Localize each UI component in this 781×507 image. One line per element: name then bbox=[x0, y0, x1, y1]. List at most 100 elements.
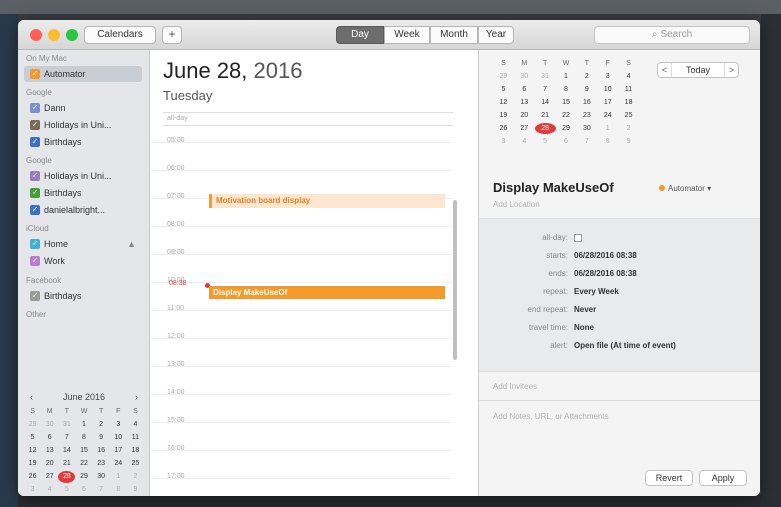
calendar-day[interactable]: 23 bbox=[576, 110, 597, 121]
event-display-makeuseof[interactable]: Display MakeUseOf bbox=[209, 286, 445, 299]
calendar-day[interactable]: 11 bbox=[127, 432, 144, 444]
calendar-day[interactable]: 29 bbox=[75, 471, 92, 483]
checkbox-icon[interactable]: ✓ bbox=[30, 188, 40, 198]
calendar-day[interactable]: 13 bbox=[514, 97, 535, 108]
calendar-day[interactable]: 17 bbox=[110, 445, 127, 457]
calendar-day[interactable]: 16 bbox=[93, 445, 110, 457]
add-notes-field[interactable]: Add Notes, URL, or Attachments bbox=[493, 412, 609, 421]
calendar-day[interactable]: 6 bbox=[556, 136, 577, 147]
apply-button[interactable]: Apply bbox=[699, 470, 747, 486]
calendar-day[interactable]: 9 bbox=[127, 484, 144, 496]
calendar-day[interactable]: 7 bbox=[576, 136, 597, 147]
calendar-day[interactable]: 14 bbox=[535, 97, 556, 108]
calendar-day[interactable]: 5 bbox=[24, 432, 41, 444]
calendar-day[interactable]: 4 bbox=[127, 419, 144, 431]
calendar-day[interactable]: 1 bbox=[110, 471, 127, 483]
view-year-button[interactable]: Year bbox=[478, 26, 514, 44]
mini-prev-icon[interactable]: ‹ bbox=[30, 390, 33, 404]
calendar-day[interactable]: 2 bbox=[618, 123, 639, 134]
calendar-day[interactable]: 3 bbox=[493, 136, 514, 147]
calendar-day[interactable]: 4 bbox=[41, 484, 58, 496]
search-input[interactable]: ⌕ Search bbox=[594, 26, 750, 44]
calendar-day[interactable]: 3 bbox=[24, 484, 41, 496]
calendar-day[interactable]: 7 bbox=[535, 84, 556, 95]
calendar-day[interactable]: 18 bbox=[618, 97, 639, 108]
calendar-day[interactable]: 25 bbox=[618, 110, 639, 121]
checkbox-icon[interactable]: ✓ bbox=[30, 137, 40, 147]
travel-time-field[interactable]: None bbox=[574, 321, 594, 335]
calendar-day[interactable]: 27 bbox=[514, 123, 535, 134]
repeat-field[interactable]: Every Week bbox=[574, 285, 619, 299]
calendar-day[interactable]: 29 bbox=[556, 123, 577, 134]
calendar-day[interactable]: 30 bbox=[41, 419, 58, 431]
sidebar-item-holidays[interactable]: ✓ Holidays in Uni... bbox=[24, 117, 142, 133]
calendar-day[interactable]: 24 bbox=[597, 110, 618, 121]
calendar-day[interactable]: 7 bbox=[58, 432, 75, 444]
calendar-day[interactable]: 4 bbox=[618, 71, 639, 82]
calendar-day[interactable]: 9 bbox=[93, 432, 110, 444]
calendar-day[interactable]: 8 bbox=[75, 432, 92, 444]
calendar-day[interactable]: 26 bbox=[493, 123, 514, 134]
calendar-day[interactable]: 2 bbox=[127, 471, 144, 483]
calendar-day[interactable]: 30 bbox=[576, 123, 597, 134]
calendar-day[interactable]: 14 bbox=[58, 445, 75, 457]
checkbox-icon[interactable]: ✓ bbox=[30, 103, 40, 113]
calendar-day[interactable]: 25 bbox=[127, 458, 144, 470]
calendar-day[interactable]: 24 bbox=[110, 458, 127, 470]
calendar-day[interactable]: 9 bbox=[576, 84, 597, 95]
calendar-day[interactable]: 17 bbox=[597, 97, 618, 108]
minimize-window-button[interactable] bbox=[48, 29, 60, 41]
close-window-button[interactable] bbox=[30, 29, 42, 41]
calendar-day[interactable]: 3 bbox=[110, 419, 127, 431]
mini-next-icon[interactable]: › bbox=[135, 390, 138, 404]
event-title[interactable]: Display MakeUseOf bbox=[493, 180, 614, 195]
checkbox-icon[interactable]: ✓ bbox=[30, 291, 40, 301]
calendar-day[interactable]: 5 bbox=[493, 84, 514, 95]
sidebar-item-dann[interactable]: ✓ Dann bbox=[24, 100, 142, 116]
sidebar-item-automator[interactable]: ✓ Automator bbox=[24, 66, 142, 82]
sidebar-item-danielalbright[interactable]: ✓ danielalbright... bbox=[24, 202, 142, 218]
calendar-day[interactable]: 21 bbox=[535, 110, 556, 121]
calendar-day[interactable]: 12 bbox=[493, 97, 514, 108]
sidebar-item-home[interactable]: ✓ Home ▲ bbox=[24, 236, 142, 252]
calendar-day[interactable]: 2 bbox=[93, 419, 110, 431]
calendar-day[interactable]: 21 bbox=[58, 458, 75, 470]
starts-field[interactable]: 06/28/2016 08:38 bbox=[574, 249, 637, 263]
calendar-day[interactable]: 5 bbox=[535, 136, 556, 147]
all-day-checkbox[interactable] bbox=[574, 234, 582, 242]
calendar-day[interactable]: 8 bbox=[110, 484, 127, 496]
calendar-day[interactable]: 8 bbox=[556, 84, 577, 95]
calendar-day[interactable]: 31 bbox=[535, 71, 556, 82]
sidebar-item-birthdays[interactable]: ✓ Birthdays bbox=[24, 134, 142, 150]
scrollbar[interactable] bbox=[453, 200, 457, 360]
location-field[interactable]: Add Location bbox=[493, 200, 540, 209]
calendar-day[interactable]: 28 bbox=[58, 471, 76, 483]
calendar-day[interactable]: 6 bbox=[75, 484, 92, 496]
calendar-day[interactable]: 3 bbox=[597, 71, 618, 82]
next-day-button[interactable]: > bbox=[724, 63, 738, 77]
calendar-day[interactable]: 18 bbox=[127, 445, 144, 457]
calendar-day[interactable]: 15 bbox=[556, 97, 577, 108]
calendar-day[interactable]: 22 bbox=[75, 458, 92, 470]
calendars-button[interactable]: Calendars bbox=[84, 26, 156, 44]
calendar-day[interactable]: 13 bbox=[41, 445, 58, 457]
revert-button[interactable]: Revert bbox=[645, 470, 693, 486]
calendar-day[interactable]: 16 bbox=[576, 97, 597, 108]
ends-field[interactable]: 06/28/2016 08:38 bbox=[574, 267, 637, 281]
calendar-day[interactable]: 9 bbox=[618, 136, 639, 147]
calendar-day[interactable]: 1 bbox=[556, 71, 577, 82]
checkbox-icon[interactable]: ✓ bbox=[30, 239, 40, 249]
sidebar-item-holidays[interactable]: ✓ Holidays in Uni... bbox=[24, 168, 142, 184]
calendar-day[interactable]: 5 bbox=[58, 484, 75, 496]
calendar-day[interactable]: 20 bbox=[514, 110, 535, 121]
end-repeat-field[interactable]: Never bbox=[574, 303, 596, 317]
calendar-day[interactable]: 1 bbox=[597, 123, 618, 134]
calendar-day[interactable]: 22 bbox=[556, 110, 577, 121]
view-month-button[interactable]: Month bbox=[430, 26, 478, 44]
calendar-day[interactable]: 6 bbox=[514, 84, 535, 95]
calendar-day[interactable]: 31 bbox=[58, 419, 75, 431]
calendar-day[interactable]: 29 bbox=[24, 419, 41, 431]
calendar-day[interactable]: 29 bbox=[493, 71, 514, 82]
calendar-day[interactable]: 20 bbox=[41, 458, 58, 470]
calendar-day[interactable]: 1 bbox=[75, 419, 92, 431]
